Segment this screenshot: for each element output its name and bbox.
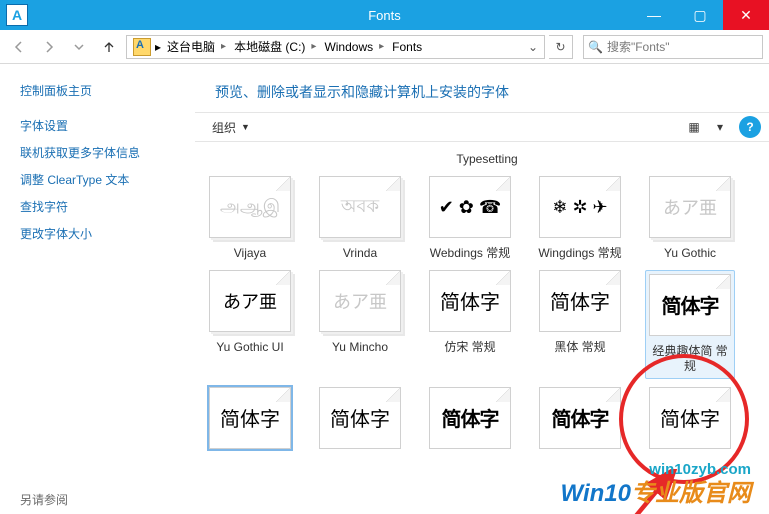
breadcrumb-part[interactable]: Windows▸ [320, 36, 388, 58]
font-item-highlighted[interactable]: 简体字经典趣体简 常规 [645, 270, 735, 379]
page-title: 预览、删除或者显示和隐藏计算机上安装的字体 [195, 64, 769, 112]
search-placeholder: 搜索"Fonts" [607, 38, 670, 55]
font-item[interactable]: அஆஇVijaya [205, 176, 295, 262]
font-item[interactable]: 简体字仿宋 常规 [425, 270, 515, 379]
font-item[interactable]: 简体字黑体 常规 [535, 270, 625, 379]
search-icon: 🔍 [588, 40, 603, 54]
app-icon: A [6, 4, 28, 26]
sidebar-link-online-fonts[interactable]: 联机获取更多字体信息 [20, 144, 195, 161]
close-button[interactable]: ✕ [723, 0, 769, 30]
font-item[interactable]: あア亜Yu Gothic UI [205, 270, 295, 379]
nav-forward-button[interactable] [36, 34, 62, 60]
refresh-button[interactable]: ↻ [549, 35, 573, 59]
sidebar: 控制面板主页 字体设置 联机获取更多字体信息 调整 ClearType 文本 查… [0, 64, 195, 514]
sidebar-link-font-size[interactable]: 更改字体大小 [20, 225, 195, 242]
sidebar-header[interactable]: 控制面板主页 [20, 82, 195, 99]
view-dropdown-button[interactable]: ▾ [709, 116, 731, 138]
folder-icon [133, 38, 151, 56]
content-area: 预览、删除或者显示和隐藏计算机上安装的字体 组织▼ ▦ ▾ ? Typesett… [195, 64, 769, 514]
search-input[interactable]: 🔍 搜索"Fonts" [583, 35, 763, 59]
sidebar-link-font-settings[interactable]: 字体设置 [20, 117, 195, 134]
font-item[interactable]: অবকVrinda [315, 176, 405, 262]
window-title: Fonts [368, 8, 401, 23]
watermark-brand: Win10专业版官网 [561, 473, 751, 508]
font-item[interactable]: ✔ ✿ ☎Webdings 常规 [425, 176, 515, 262]
breadcrumb-part[interactable]: Fonts [388, 36, 426, 58]
address-bar[interactable]: ▸ 这台电脑▸ 本地磁盘 (C:)▸ Windows▸ Fonts ⌄ [126, 35, 545, 59]
minimize-button[interactable]: — [631, 0, 677, 30]
font-item[interactable]: 简体字 [535, 387, 625, 457]
help-button[interactable]: ? [739, 116, 761, 138]
font-item[interactable]: 简体字 [315, 387, 405, 457]
toolbar: ▸ 这台电脑▸ 本地磁盘 (C:)▸ Windows▸ Fonts ⌄ ↻ 🔍 … [0, 30, 769, 64]
font-item[interactable]: 简体字 [425, 387, 515, 457]
breadcrumb-part[interactable]: 本地磁盘 (C:)▸ [230, 36, 320, 58]
breadcrumb-part[interactable]: 这台电脑▸ [163, 36, 230, 58]
nav-back-button[interactable] [6, 34, 32, 60]
address-dropdown-icon[interactable]: ⌄ [524, 40, 542, 54]
sidebar-footer: 另请参阅 [20, 491, 68, 508]
title-bar: A Fonts — ▢ ✕ [0, 0, 769, 30]
nav-up-button[interactable] [96, 34, 122, 60]
sidebar-link-find-char[interactable]: 查找字符 [20, 198, 195, 215]
organize-bar: 组织▼ ▦ ▾ ? [195, 112, 769, 142]
font-item[interactable]: あア亜Yu Gothic [645, 176, 735, 262]
organize-button[interactable]: 组织▼ [203, 116, 259, 139]
nav-history-dropdown[interactable] [66, 34, 92, 60]
view-large-icons-button[interactable]: ▦ [683, 116, 705, 138]
font-item-selected[interactable]: 简体字 [205, 387, 295, 457]
window-controls: — ▢ ✕ [631, 0, 769, 30]
group-label: Typesetting [205, 152, 769, 166]
maximize-button[interactable]: ▢ [677, 0, 723, 30]
font-item[interactable]: 简体字 [645, 387, 735, 457]
fonts-grid: Typesetting அஆஇVijaya অবকVrinda ✔ ✿ ☎Web… [195, 142, 769, 500]
sidebar-link-cleartype[interactable]: 调整 ClearType 文本 [20, 171, 195, 188]
font-item[interactable]: ❄ ✲ ✈Wingdings 常规 [535, 176, 625, 262]
font-item[interactable]: あア亜Yu Mincho [315, 270, 405, 379]
